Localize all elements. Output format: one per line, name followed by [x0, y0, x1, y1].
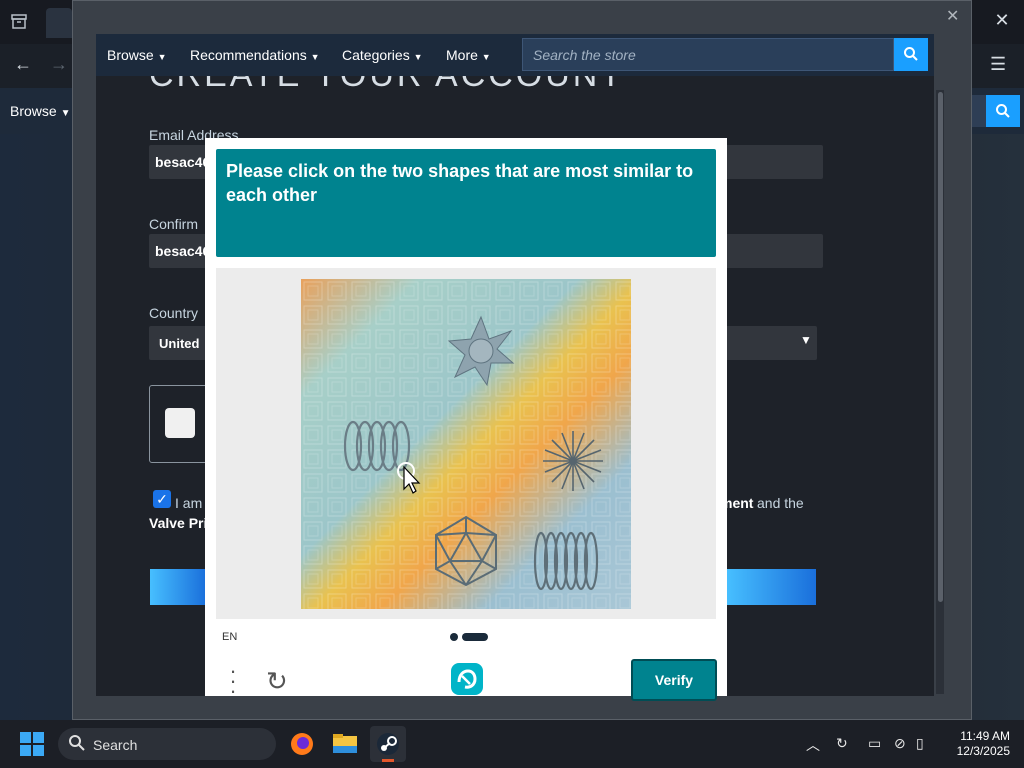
window-close-icon[interactable]: ✕	[992, 10, 1012, 32]
verify-button[interactable]: Verify	[631, 659, 717, 701]
file-explorer-icon[interactable]	[327, 726, 363, 762]
forward-arrow-icon[interactable]: →	[50, 54, 68, 75]
country-label: Country	[149, 305, 199, 321]
chevron-down-icon: ▼	[413, 52, 423, 62]
clock-time: 11:49 AM	[960, 729, 1010, 743]
taskbar-search-label: Search	[93, 737, 138, 753]
store-search-placeholder: Search the store	[533, 47, 636, 63]
captcha-widget-icon	[165, 408, 195, 438]
chevron-down-icon: ▼	[60, 108, 71, 119]
network-icon[interactable]: ⊘	[894, 735, 906, 752]
steam-icon[interactable]	[370, 726, 406, 762]
nav-recommendations-label: Recommendations	[190, 47, 307, 63]
chevron-down-icon: ▼	[310, 52, 320, 62]
nav-browse[interactable]: Browse ▼	[107, 47, 167, 63]
modal-close-icon[interactable]: ✕	[946, 6, 959, 26]
kebab-menu-icon[interactable]: · · ·	[224, 660, 242, 702]
chevron-down-icon: ▼	[157, 52, 167, 62]
agree-text-suffix: and the	[757, 495, 804, 511]
select-chevron-icon: ▼	[800, 333, 812, 347]
store-search-button[interactable]	[894, 38, 928, 71]
system-clock[interactable]: 11:49 AM 12/3/2025	[940, 729, 1010, 759]
modal-scrollbar-thumb[interactable]	[938, 92, 943, 602]
captcha-challenge-image[interactable]	[301, 279, 631, 609]
agree-checkbox[interactable]: ✓	[153, 490, 171, 508]
valve-privacy-link[interactable]: Valve Pri	[149, 515, 207, 531]
nav-more[interactable]: More ▼	[446, 47, 491, 63]
captcha-progress-active	[462, 633, 488, 641]
country-value: United	[159, 336, 200, 351]
confirm-email-label: Confirm	[149, 216, 199, 232]
firefox-icon[interactable]	[284, 726, 320, 762]
continue-button-left[interactable]	[150, 569, 206, 605]
taskbar-search[interactable]	[58, 728, 276, 760]
nav-recommendations[interactable]: Recommendations ▼	[190, 47, 320, 63]
search-icon	[68, 734, 86, 757]
windows-start-icon[interactable]	[20, 732, 44, 756]
browser-tab[interactable]	[46, 8, 72, 38]
captcha-progress-dot	[450, 633, 458, 641]
nav-browse-label: Browse	[107, 47, 154, 63]
battery-icon[interactable]: ▯	[916, 735, 924, 752]
monitor-icon[interactable]: ▭	[868, 735, 881, 752]
clock-date: 12/3/2025	[956, 744, 1010, 758]
nav-more-label: More	[446, 47, 478, 63]
background-browse-label: Browse	[10, 103, 57, 119]
continue-button-right[interactable]	[727, 569, 816, 605]
confirm-email-value: besac46	[155, 243, 211, 259]
agree-text-prefix: I am	[175, 495, 203, 511]
nav-categories[interactable]: Categories ▼	[342, 47, 423, 63]
captcha-language[interactable]: EN	[222, 631, 237, 643]
background-browse-menu[interactable]: Browse ▼	[10, 103, 70, 119]
back-arrow-icon[interactable]: ←	[14, 54, 32, 75]
hamburger-menu-icon[interactable]: ☰	[990, 54, 1006, 75]
archive-icon[interactable]	[10, 12, 30, 32]
refresh-icon[interactable]: ↻	[266, 666, 288, 697]
sync-icon[interactable]: ↻	[836, 735, 848, 752]
captcha-prompt-text: Please click on the two shapes that are …	[226, 161, 694, 205]
chevron-down-icon: ▼	[481, 52, 491, 62]
nav-categories-label: Categories	[342, 47, 410, 63]
background-search-button[interactable]	[986, 95, 1020, 127]
email-value: besac46	[155, 154, 211, 170]
chevron-up-icon[interactable]: ︿	[806, 735, 820, 755]
hcaptcha-logo-icon	[450, 662, 484, 696]
